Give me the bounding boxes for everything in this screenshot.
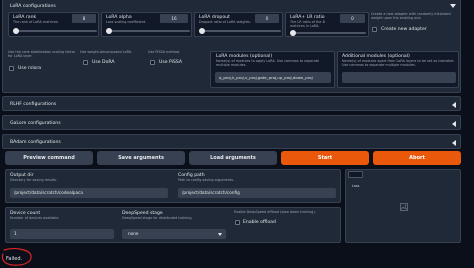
lora-plus-sub: The LR ratio of the B matrices in LoRA.: [290, 20, 325, 28]
expand-triangle-icon[interactable]: [452, 140, 456, 146]
lora-plus-input[interactable]: 0: [340, 14, 365, 23]
offload-label[interactable]: Enable offload: [243, 220, 276, 225]
rslora-label[interactable]: Use rslora: [18, 66, 41, 71]
deepspeed-stage-sub: DeepSpeed stage for distributed training…: [122, 216, 193, 220]
lora-config-panel: LoRA configurations LoRA rank The rank o…: [2, 0, 461, 93]
rslora-checkbox[interactable]: [9, 66, 14, 71]
new-adapter-sub: Create a new adapter with randomly initi…: [371, 12, 451, 20]
lora-alpha-input[interactable]: 16: [160, 14, 188, 23]
loss-plot-label: Loss: [352, 184, 360, 188]
image-icon: [400, 203, 408, 211]
lora-rank-slider[interactable]: [13, 28, 97, 34]
lora-dropout-sub: Dropout ratio of LoRA weights.: [199, 20, 251, 24]
rlhf-section-label: RLHF configurations: [10, 102, 57, 107]
dora-block: Use weight-decomposed LoRA. Use DoRA: [80, 50, 142, 75]
lora-alpha-block: LoRA alpha Lora scaling coefficient. 16: [101, 12, 192, 37]
badam-section-label: BAdam configurations: [10, 140, 61, 145]
pissa-block: Use PiSSA method. Use PiSSA: [148, 50, 206, 75]
new-adapter-checkbox[interactable]: [372, 27, 377, 32]
device-panel: Device count Number of devices available…: [5, 207, 341, 243]
output-dir-sub: Directory for saving results.: [10, 178, 58, 182]
rslora-block: Use the rank stabilization scaling facto…: [8, 50, 76, 75]
collapse-triangle-icon[interactable]: [450, 4, 456, 8]
device-count-input[interactable]: 1: [10, 229, 114, 239]
rslora-sub: Use the rank stabilization scaling facto…: [8, 50, 76, 58]
badam-section[interactable]: BAdam configurations: [2, 134, 461, 149]
offload-checkbox[interactable]: [235, 220, 240, 225]
deepspeed-stage-select[interactable]: none: [122, 229, 226, 239]
additional-modules-sub: Name(s) of modules apart from LoRA layer…: [342, 59, 455, 67]
additional-modules-input[interactable]: [342, 72, 456, 83]
lora-config-header[interactable]: LoRA configurations: [10, 4, 56, 9]
loss-plot-tag: Loss: [348, 171, 364, 188]
expand-triangle-icon[interactable]: [452, 102, 456, 108]
annotation-circle: [1, 248, 32, 266]
dora-label[interactable]: Use DoRA: [92, 60, 115, 65]
loss-plot-panel: Loss: [345, 169, 461, 243]
lora-alpha-sub: Lora scaling coefficient.: [106, 20, 147, 24]
pissa-sub: Use PiSSA method.: [148, 50, 181, 54]
output-dir-input[interactable]: /project/data/scratch/codealpaca: [10, 188, 168, 198]
offload-sub: Enable DeepSpeed offload (slow down trai…: [234, 210, 316, 214]
pissa-checkbox[interactable]: [150, 60, 155, 65]
rlhf-section[interactable]: RLHF configurations: [2, 96, 461, 111]
device-count-sub: Number of devices available.: [10, 216, 60, 220]
abort-button[interactable]: Abort: [373, 151, 461, 165]
galore-section[interactable]: GaLore configurations: [2, 115, 461, 130]
load-arguments-button[interactable]: Load arguments: [189, 151, 277, 165]
dora-sub: Use weight-decomposed LoRA.: [80, 50, 133, 54]
start-button[interactable]: Start: [281, 151, 369, 165]
config-path-sub: Path to config saving arguments.: [178, 178, 235, 182]
lora-rank-block: LoRA rank The rank of LoRA matrices. 8: [8, 12, 99, 37]
config-path-input[interactable]: /project/data/scratch/config: [178, 188, 336, 198]
expand-triangle-icon[interactable]: [452, 121, 456, 127]
new-adapter-block: Create a new adapter with randomly initi…: [371, 12, 459, 37]
lora-dropout-block: LoRA dropout Dropout ratio of LoRA weigh…: [194, 12, 283, 37]
galore-section-label: GaLore configurations: [10, 121, 61, 126]
dora-checkbox[interactable]: [83, 60, 88, 65]
lora-plus-block: LoRA+ LR ratio The LR ratio of the B mat…: [285, 12, 369, 37]
chevron-down-icon[interactable]: [218, 233, 222, 236]
lora-modules-block: LoRA modules (optional) Name(s) of modul…: [210, 51, 335, 88]
lora-dropout-input[interactable]: 0: [255, 14, 279, 23]
lora-plus-slider[interactable]: [290, 30, 366, 36]
additional-modules-block: Additional modules (optional) Name(s) of…: [337, 51, 459, 88]
lora-dropout-slider[interactable]: [199, 28, 281, 34]
lora-modules-input[interactable]: q_proj,k_proj,v_proj,gate_proj,up_proj,d…: [215, 72, 331, 83]
paths-panel: Output dir Directory for saving results.…: [5, 169, 341, 203]
pissa-label[interactable]: Use PiSSA: [159, 60, 182, 65]
save-arguments-button[interactable]: Save arguments: [97, 151, 185, 165]
new-adapter-label[interactable]: Create new adapter: [381, 27, 427, 32]
lora-rank-sub: The rank of LoRA matrices.: [13, 20, 59, 24]
preview-command-button[interactable]: Preview command: [5, 151, 93, 165]
lora-modules-sub: Name(s) of modules to apply LoRA. Use co…: [216, 59, 320, 67]
lora-alpha-slider[interactable]: [106, 28, 190, 34]
lora-rank-input[interactable]: 8: [72, 14, 96, 23]
